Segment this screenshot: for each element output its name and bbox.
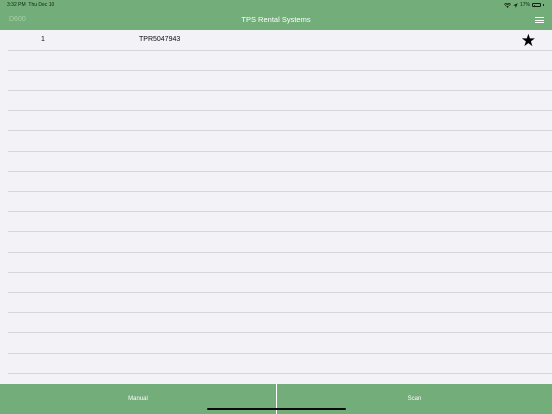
- item-list: 1 TPR5047943 ★: [0, 30, 552, 384]
- empty-row: [0, 192, 552, 212]
- empty-row: [0, 272, 552, 293]
- hamburger-menu-icon[interactable]: [535, 16, 544, 24]
- row-code: TPR5047943: [139, 36, 181, 43]
- home-indicator: [207, 407, 346, 410]
- empty-row: [0, 313, 552, 334]
- status-indicators: 17%: [503, 1, 544, 9]
- empty-row: [0, 171, 552, 192]
- empty-row: [0, 212, 552, 233]
- navigation-bar: 3:32 PM Thu Dec 10 17% D600 TPS Rental S…: [0, 0, 552, 30]
- empty-row: [0, 91, 552, 111]
- empty-row: [0, 252, 552, 273]
- battery-percent: 17%: [519, 2, 530, 8]
- wifi-icon: [503, 2, 511, 8]
- star-icon[interactable]: ★: [521, 32, 536, 49]
- empty-row: [0, 50, 552, 71]
- table-row[interactable]: 1 TPR5047943 ★: [0, 30, 552, 51]
- empty-row: [0, 353, 552, 374]
- location-icon: [513, 2, 518, 8]
- battery-fill: [533, 4, 535, 6]
- menu-line: [535, 19, 544, 21]
- empty-row: [0, 232, 552, 253]
- empty-row: [0, 111, 552, 132]
- battery-icon: [532, 3, 541, 7]
- empty-row: [0, 131, 552, 152]
- menu-line: [535, 22, 544, 23]
- page-title: TPS Rental Systems: [241, 15, 311, 24]
- status-time: 3:32 PM: [7, 2, 26, 8]
- empty-row: [0, 70, 552, 91]
- status-date: Thu Dec 10: [28, 2, 55, 8]
- battery-tip: [543, 4, 544, 6]
- empty-row: [0, 293, 552, 313]
- menu-line: [535, 17, 544, 18]
- status-time-date: 3:32 PM Thu Dec 10: [7, 2, 54, 8]
- empty-row: [0, 151, 552, 172]
- empty-row: [0, 333, 552, 354]
- row-number: 1: [41, 36, 45, 43]
